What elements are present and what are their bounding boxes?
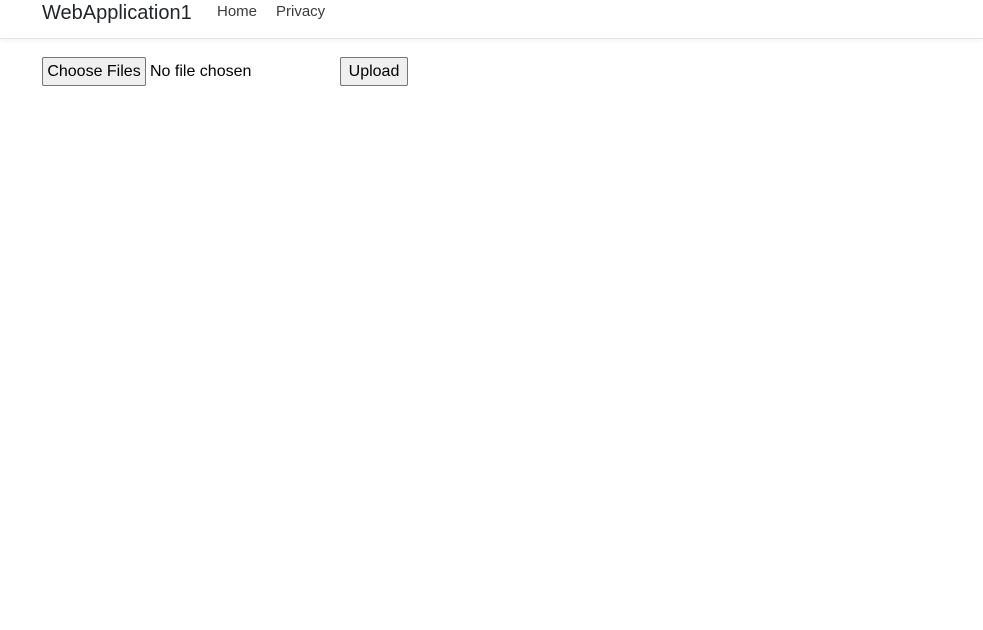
file-status-text: No file chosen	[150, 63, 252, 80]
upload-button[interactable]: Upload	[340, 57, 408, 86]
choose-files-button[interactable]: Choose Files	[42, 57, 146, 86]
brand-link[interactable]: WebApplication1	[42, 1, 192, 25]
nav-link-privacy[interactable]: Privacy	[276, 3, 325, 21]
nav-link-home[interactable]: Home	[217, 3, 257, 21]
navbar: WebApplication1 Home Privacy	[0, 0, 983, 39]
upload-form: Choose Files No file chosen Upload	[42, 57, 442, 87]
